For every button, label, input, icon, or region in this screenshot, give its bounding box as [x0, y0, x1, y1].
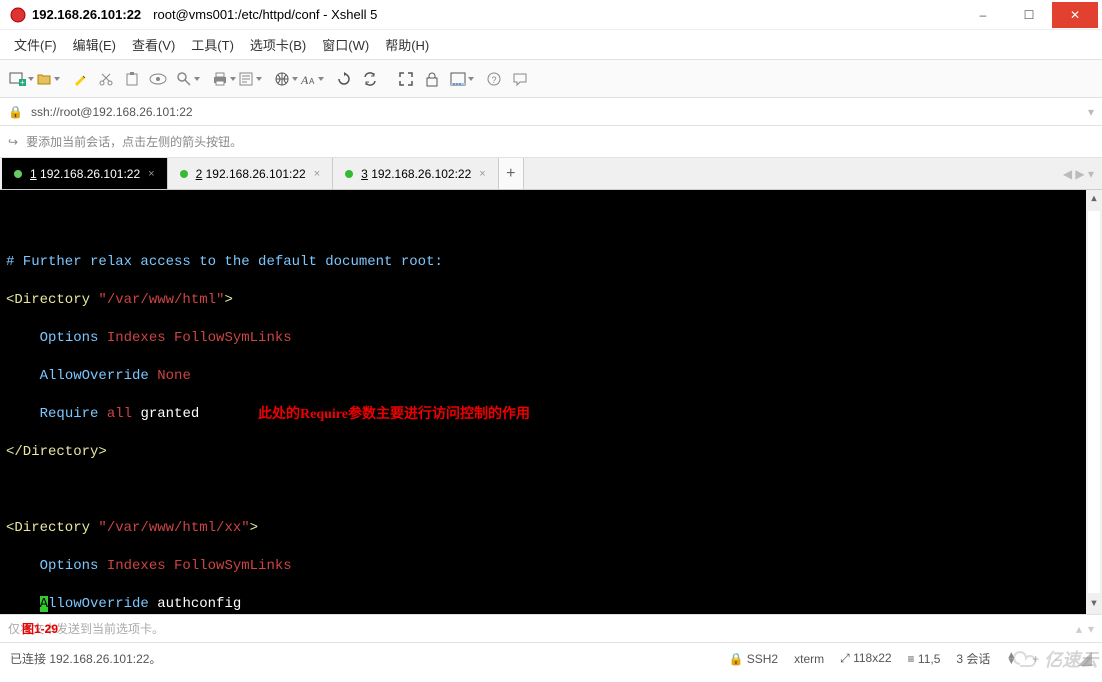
terminal[interactable]: # Further relax access to the default do…	[0, 190, 1102, 614]
maximize-button[interactable]: ☐	[1006, 2, 1052, 28]
watermark: 亿速云	[1012, 646, 1098, 672]
terminal-line: Options Indexes FollowSymLinks	[6, 329, 1096, 348]
address-dropdown-icon[interactable]: ▾	[1088, 105, 1094, 119]
size-icon: ⤢	[840, 651, 850, 665]
status-size: 118x22	[853, 651, 891, 665]
tab-num: 2	[196, 167, 203, 181]
svg-text:A: A	[309, 77, 315, 86]
status-connected: 已连接 192.168.26.101:22。	[10, 650, 161, 667]
sync-button[interactable]	[358, 67, 382, 91]
cursor-icon: ≡	[908, 652, 915, 666]
tab-close-icon[interactable]: ×	[314, 168, 320, 180]
highlight-button[interactable]	[68, 67, 92, 91]
terminal-line: Options Indexes FollowSymLinks	[6, 557, 1096, 576]
refresh-button[interactable]	[332, 67, 356, 91]
terminal-line	[6, 215, 1096, 234]
svg-text:+: +	[20, 78, 25, 87]
print-button[interactable]	[208, 67, 232, 91]
tab-label: 192.168.26.101:22	[40, 167, 140, 181]
tab-label: 192.168.26.102:22	[371, 167, 471, 181]
menu-tools[interactable]: 工具(T)	[185, 31, 240, 58]
lock-icon: 🔒	[8, 105, 23, 119]
terminal-line: <Directory "/var/www/html">	[6, 291, 1096, 310]
speech-button[interactable]	[508, 67, 532, 91]
eye-button[interactable]	[146, 67, 170, 91]
find-button[interactable]	[172, 67, 196, 91]
terminal-line: # Further relax access to the default do…	[6, 253, 1096, 272]
open-button[interactable]	[32, 67, 56, 91]
tab-label: 192.168.26.101:22	[206, 167, 306, 181]
figure-label: 图1-29	[22, 620, 58, 637]
terminal-line	[6, 481, 1096, 500]
cut-button[interactable]	[94, 67, 118, 91]
menu-view[interactable]: 查看(V)	[126, 31, 181, 58]
tab-num: 3	[361, 167, 368, 181]
status-ssh: SSH2	[747, 652, 778, 666]
tab-2[interactable]: 2 192.168.26.101:22 ×	[168, 158, 334, 189]
tab-1[interactable]: 1 192.168.26.101:22 ×	[2, 158, 168, 189]
status-sessions: 3 会话	[956, 650, 990, 667]
status-dot-icon	[345, 170, 353, 178]
toolbar: + AA ?	[0, 60, 1102, 98]
app-logo-icon	[10, 7, 26, 23]
cmd-button[interactable]	[446, 67, 470, 91]
tab-close-icon[interactable]: ×	[479, 168, 485, 180]
status-term: xterm	[794, 652, 824, 666]
menu-tabs[interactable]: 选项卡(B)	[244, 31, 312, 58]
new-tab-button[interactable]: +	[6, 67, 30, 91]
annotation-text: 此处的Require参数主要进行访问控制的作用	[258, 405, 530, 424]
props-button[interactable]	[234, 67, 258, 91]
lock-button[interactable]	[420, 67, 444, 91]
close-button[interactable]: ✕	[1052, 2, 1098, 28]
tab-nav-arrows[interactable]: ◀ ▶ ▾	[1055, 158, 1102, 189]
svg-text:?: ?	[491, 75, 496, 85]
status-cursor: 11,5	[918, 652, 940, 666]
menu-edit[interactable]: 编辑(E)	[67, 31, 122, 58]
svg-text:A: A	[300, 73, 309, 87]
address-url[interactable]: ssh://root@192.168.26.101:22	[31, 105, 193, 119]
menu-window[interactable]: 窗口(W)	[316, 31, 375, 58]
arrow-icon[interactable]: ↪	[8, 135, 18, 149]
menu-help[interactable]: 帮助(H)	[379, 31, 435, 58]
tab-strip: 1 192.168.26.101:22 × 2 192.168.26.101:2…	[0, 158, 1102, 190]
ssh-lock-icon: 🔒	[728, 652, 743, 666]
info-bar: ↪ 要添加当前会话，点击左侧的箭头按钮。	[0, 126, 1102, 158]
terminal-line: </Directory>	[6, 443, 1096, 462]
terminal-line: AllowOverride None	[6, 367, 1096, 386]
status-dot-icon	[180, 170, 188, 178]
terminal-line: <Directory "/var/www/html/xx">	[6, 519, 1096, 538]
menu-file[interactable]: 文件(F)	[8, 31, 63, 58]
tab-close-icon[interactable]: ×	[148, 168, 154, 180]
status-dot-icon	[14, 170, 22, 178]
hint-bar: 仅将文本发送到当前选项卡。 图1-29 ▴ ▾	[0, 614, 1102, 642]
title-host: 192.168.26.101:22	[32, 7, 141, 22]
minimize-button[interactable]: –	[960, 2, 1006, 28]
terminal-scrollbar[interactable]: ▴▾	[1086, 190, 1102, 614]
window-title: 192.168.26.101:22 root@vms001:/etc/httpd…	[32, 7, 377, 22]
help-button[interactable]: ?	[482, 67, 506, 91]
terminal-line: Require all granted	[6, 405, 1096, 424]
tab-num: 1	[30, 167, 37, 181]
font-button[interactable]: AA	[296, 67, 320, 91]
title-bar: 192.168.26.101:22 root@vms001:/etc/httpd…	[0, 0, 1102, 30]
tab-3[interactable]: 3 192.168.26.102:22 ×	[333, 158, 499, 189]
paste-button[interactable]	[120, 67, 144, 91]
status-bar: 已连接 192.168.26.101:22。 🔒 SSH2 xterm ⤢ 11…	[0, 642, 1102, 674]
fullscreen-button[interactable]	[394, 67, 418, 91]
title-path: root@vms001:/etc/httpd/conf - Xshell 5	[153, 7, 377, 22]
globe-button[interactable]	[270, 67, 294, 91]
menu-bar: 文件(F) 编辑(E) 查看(V) 工具(T) 选项卡(B) 窗口(W) 帮助(…	[0, 30, 1102, 60]
tab-add-button[interactable]: +	[499, 158, 524, 189]
address-bar: 🔒 ssh://root@192.168.26.101:22 ▾	[0, 98, 1102, 126]
terminal-line: AllowOverride authconfig	[6, 595, 1096, 614]
info-text: 要添加当前会话，点击左侧的箭头按钮。	[26, 133, 242, 150]
